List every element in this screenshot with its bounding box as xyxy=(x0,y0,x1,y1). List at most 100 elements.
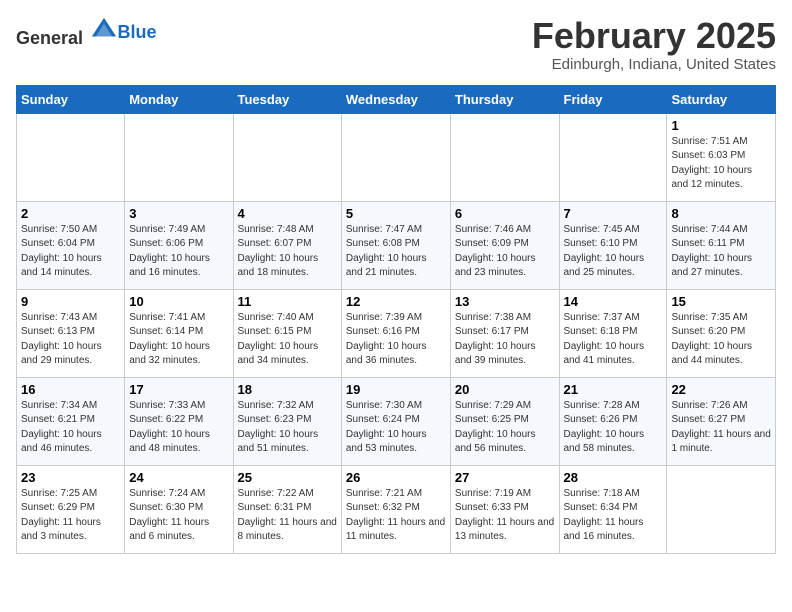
logo-general: General xyxy=(16,28,83,48)
calendar-cell: 21 Sunrise: 7:28 AM Sunset: 6:26 PM Dayli… xyxy=(559,377,667,465)
day-number: 12 xyxy=(346,294,446,309)
calendar-cell: 12 Sunrise: 7:39 AM Sunset: 6:16 PM Dayli… xyxy=(341,289,450,377)
day-info: Sunrise: 7:49 AM Sunset: 6:06 PM Dayligh… xyxy=(129,223,228,281)
calendar-cell: 20Sunrise: 7:29 AM Sunset: 6:25 PM Dayli… xyxy=(450,377,559,465)
day-info: Sunrise: 7:46 AM Sunset: 6:09 PM Dayligh… xyxy=(455,223,555,281)
day-number: 5 xyxy=(346,206,446,221)
calendar-cell: 14 Sunrise: 7:37 AM Sunset: 6:18 PM Dayli… xyxy=(559,289,667,377)
day-info: Sunrise: 7:50 AM Sunset: 6:04 PM Dayligh… xyxy=(21,223,120,281)
weekday-header-sunday: Sunday xyxy=(17,85,125,113)
calendar-cell: 4 Sunrise: 7:48 AM Sunset: 6:07 PM Daylig… xyxy=(233,201,341,289)
calendar-cell: 28 Sunrise: 7:18 AM Sunset: 6:34 PM Dayli… xyxy=(559,465,667,553)
day-info: Sunrise: 7:51 AM Sunset: 6:03 PM Dayligh… xyxy=(671,135,771,193)
logo: General Blue xyxy=(16,16,157,49)
calendar-cell: 26 Sunrise: 7:21 AM Sunset: 6:32 PM Dayli… xyxy=(341,465,450,553)
calendar-table: SundayMondayTuesdayWednesdayThursdayFrid… xyxy=(16,85,776,554)
day-info: Sunrise: 7:48 AM Sunset: 6:07 PM Dayligh… xyxy=(238,223,337,281)
weekday-header-row: SundayMondayTuesdayWednesdayThursdayFrid… xyxy=(17,85,776,113)
day-number: 10 xyxy=(129,294,228,309)
calendar-cell xyxy=(667,465,776,553)
page-title: February 2025 xyxy=(532,16,776,56)
day-number: 16 xyxy=(21,382,120,397)
calendar-cell xyxy=(341,113,450,201)
day-info: Sunrise: 7:21 AM Sunset: 6:32 PM Dayligh… xyxy=(346,487,446,545)
calendar-cell: 2 Sunrise: 7:50 AM Sunset: 6:04 PM Daylig… xyxy=(17,201,125,289)
day-info: Sunrise: 7:24 AM Sunset: 6:30 PM Dayligh… xyxy=(129,487,228,545)
calendar-cell: 9 Sunrise: 7:43 AM Sunset: 6:13 PM Daylig… xyxy=(17,289,125,377)
week-row-2: 2 Sunrise: 7:50 AM Sunset: 6:04 PM Daylig… xyxy=(17,201,776,289)
day-info: Sunrise: 7:19 AM Sunset: 6:33 PM Dayligh… xyxy=(455,487,555,545)
calendar-cell: 10 Sunrise: 7:41 AM Sunset: 6:14 PM Dayli… xyxy=(125,289,233,377)
day-number: 6 xyxy=(455,206,555,221)
day-number: 4 xyxy=(238,206,337,221)
day-info: Sunrise: 7:35 AM Sunset: 6:20 PM Dayligh… xyxy=(671,311,771,369)
day-info: Sunrise: 7:26 AM Sunset: 6:27 PM Dayligh… xyxy=(671,399,771,457)
day-info: Sunrise: 7:25 AM Sunset: 6:29 PM Dayligh… xyxy=(21,487,120,545)
day-number: 14 xyxy=(564,294,663,309)
calendar-cell xyxy=(125,113,233,201)
calendar-cell: 11 Sunrise: 7:40 AM Sunset: 6:15 PM Dayli… xyxy=(233,289,341,377)
day-number: 25 xyxy=(238,470,337,485)
week-row-1: 1 Sunrise: 7:51 AM Sunset: 6:03 PM Daylig… xyxy=(17,113,776,201)
weekday-header-friday: Friday xyxy=(559,85,667,113)
day-info: Sunrise: 7:47 AM Sunset: 6:08 PM Dayligh… xyxy=(346,223,446,281)
day-number: 3 xyxy=(129,206,228,221)
title-block: February 2025 Edinburgh, Indiana, United… xyxy=(532,16,776,73)
weekday-header-monday: Monday xyxy=(125,85,233,113)
calendar-cell: 6 Sunrise: 7:46 AM Sunset: 6:09 PM Daylig… xyxy=(450,201,559,289)
calendar-cell: 24 Sunrise: 7:24 AM Sunset: 6:30 PM Dayli… xyxy=(125,465,233,553)
logo-icon xyxy=(90,16,118,44)
day-info: Sunrise: 7:38 AM Sunset: 6:17 PM Dayligh… xyxy=(455,311,555,369)
calendar-cell xyxy=(559,113,667,201)
day-info: Sunrise: 7:37 AM Sunset: 6:18 PM Dayligh… xyxy=(564,311,663,369)
calendar-cell: 19 Sunrise: 7:30 AM Sunset: 6:24 PM Dayli… xyxy=(341,377,450,465)
day-number: 2 xyxy=(21,206,120,221)
day-number: 1 xyxy=(671,118,771,133)
week-row-3: 9 Sunrise: 7:43 AM Sunset: 6:13 PM Daylig… xyxy=(17,289,776,377)
calendar-cell: 22 Sunrise: 7:26 AM Sunset: 6:27 PM Dayli… xyxy=(667,377,776,465)
header: General Blue February 2025 Edinburgh, In… xyxy=(16,16,776,73)
day-info: Sunrise: 7:28 AM Sunset: 6:26 PM Dayligh… xyxy=(564,399,663,457)
calendar-cell: 25 Sunrise: 7:22 AM Sunset: 6:31 PM Dayli… xyxy=(233,465,341,553)
day-info: Sunrise: 7:22 AM Sunset: 6:31 PM Dayligh… xyxy=(238,487,337,545)
calendar-cell: 1 Sunrise: 7:51 AM Sunset: 6:03 PM Daylig… xyxy=(667,113,776,201)
day-info: Sunrise: 7:40 AM Sunset: 6:15 PM Dayligh… xyxy=(238,311,337,369)
calendar-cell xyxy=(233,113,341,201)
day-number: 17 xyxy=(129,382,228,397)
day-number: 19 xyxy=(346,382,446,397)
day-info: Sunrise: 7:41 AM Sunset: 6:14 PM Dayligh… xyxy=(129,311,228,369)
day-number: 9 xyxy=(21,294,120,309)
day-info: Sunrise: 7:32 AM Sunset: 6:23 PM Dayligh… xyxy=(238,399,337,457)
day-number: 26 xyxy=(346,470,446,485)
day-info: Sunrise: 7:18 AM Sunset: 6:34 PM Dayligh… xyxy=(564,487,663,545)
day-number: 8 xyxy=(671,206,771,221)
day-number: 23 xyxy=(21,470,120,485)
day-info: Sunrise: 7:43 AM Sunset: 6:13 PM Dayligh… xyxy=(21,311,120,369)
day-info: Sunrise: 7:30 AM Sunset: 6:24 PM Dayligh… xyxy=(346,399,446,457)
calendar-cell: 18 Sunrise: 7:32 AM Sunset: 6:23 PM Dayli… xyxy=(233,377,341,465)
day-number: 15 xyxy=(671,294,771,309)
calendar-cell xyxy=(17,113,125,201)
day-info: Sunrise: 7:34 AM Sunset: 6:21 PM Dayligh… xyxy=(21,399,120,457)
page-subtitle: Edinburgh, Indiana, United States xyxy=(532,56,776,73)
day-number: 22 xyxy=(671,382,771,397)
weekday-header-saturday: Saturday xyxy=(667,85,776,113)
day-number: 21 xyxy=(564,382,663,397)
logo-blue: Blue xyxy=(118,22,157,42)
day-info: Sunrise: 7:44 AM Sunset: 6:11 PM Dayligh… xyxy=(671,223,771,281)
day-number: 11 xyxy=(238,294,337,309)
day-number: 28 xyxy=(564,470,663,485)
day-number: 7 xyxy=(564,206,663,221)
calendar-cell xyxy=(450,113,559,201)
day-number: 24 xyxy=(129,470,228,485)
calendar-cell: 27Sunrise: 7:19 AM Sunset: 6:33 PM Dayli… xyxy=(450,465,559,553)
weekday-header-tuesday: Tuesday xyxy=(233,85,341,113)
day-info: Sunrise: 7:39 AM Sunset: 6:16 PM Dayligh… xyxy=(346,311,446,369)
calendar-cell: 13 Sunrise: 7:38 AM Sunset: 6:17 PM Dayli… xyxy=(450,289,559,377)
day-number: 13 xyxy=(455,294,555,309)
calendar-cell: 23 Sunrise: 7:25 AM Sunset: 6:29 PM Dayli… xyxy=(17,465,125,553)
calendar-cell: 8 Sunrise: 7:44 AM Sunset: 6:11 PM Daylig… xyxy=(667,201,776,289)
day-number: 18 xyxy=(238,382,337,397)
day-info: Sunrise: 7:33 AM Sunset: 6:22 PM Dayligh… xyxy=(129,399,228,457)
calendar-cell: 3 Sunrise: 7:49 AM Sunset: 6:06 PM Daylig… xyxy=(125,201,233,289)
